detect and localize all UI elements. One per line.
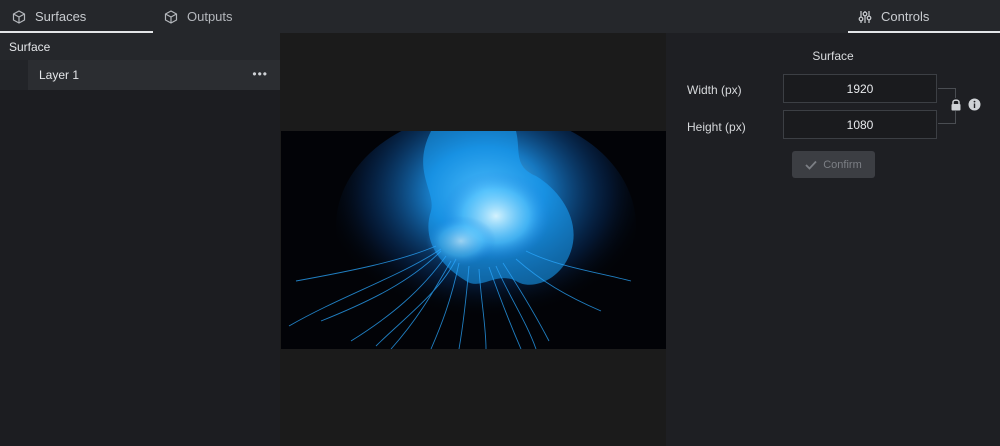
height-field[interactable]	[783, 110, 937, 139]
cube-icon	[12, 9, 26, 24]
tree-indent	[0, 60, 28, 90]
cube-icon	[164, 9, 178, 24]
width-field[interactable]	[783, 74, 937, 103]
tree-item-surface[interactable]: Surface	[0, 33, 280, 60]
tab-surfaces-label: Surfaces	[35, 9, 87, 24]
tab-outputs[interactable]: Outputs	[164, 0, 233, 33]
lock-icon[interactable]	[950, 98, 962, 111]
tree-item-surface-label: Surface	[9, 39, 51, 54]
tree-item-layer-1[interactable]: Layer 1 •••	[28, 60, 280, 90]
jellyfish-artwork	[281, 131, 666, 349]
info-icon[interactable]	[968, 98, 981, 111]
top-tab-bar: Surfaces Outputs Controls	[0, 0, 1000, 33]
surfaces-sidebar: Surface Layer 1 •••	[0, 33, 280, 446]
section-title: Surface	[812, 49, 854, 63]
tab-outputs-label: Outputs	[187, 9, 233, 24]
more-icon[interactable]: •••	[252, 68, 268, 80]
tab-controls[interactable]: Controls	[858, 0, 929, 33]
confirm-button[interactable]: Confirm	[792, 151, 875, 178]
tab-controls-label: Controls	[881, 9, 930, 24]
canvas-viewport[interactable]	[280, 33, 666, 446]
tree-item-layer-1-label: Layer 1	[39, 68, 80, 82]
controls-panel: Surface Width (px) Height (px) Confirm	[666, 33, 1000, 446]
surface-preview-image	[281, 131, 666, 349]
width-label: Width (px)	[687, 83, 742, 97]
app-window: Surfaces Outputs Controls Surface Layer …	[0, 0, 1000, 446]
checkmark-icon	[805, 160, 817, 170]
confirm-label: Confirm	[823, 158, 862, 171]
height-label: Height (px)	[687, 120, 746, 134]
tab-surfaces[interactable]: Surfaces	[12, 0, 86, 33]
sliders-icon	[858, 10, 872, 23]
